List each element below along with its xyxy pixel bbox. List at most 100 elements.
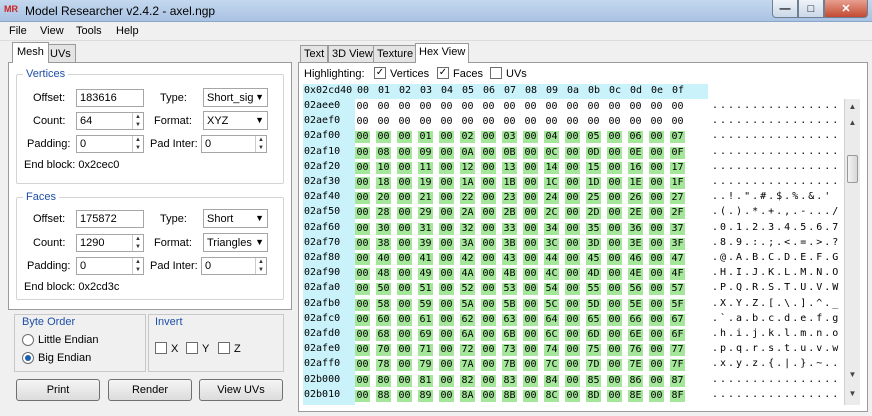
hex-byte-cell[interactable]: 00	[481, 101, 496, 113]
hex-byte-cell[interactable]: 3B	[502, 238, 517, 250]
hex-byte-cell[interactable]: 81	[418, 375, 433, 387]
highlight-vertices-label[interactable]: Vertices	[390, 68, 429, 80]
hex-byte-cell[interactable]: 00	[460, 101, 475, 113]
hex-byte-cell[interactable]: 00	[565, 223, 580, 235]
hex-byte-cell[interactable]: 3E	[628, 238, 643, 250]
hex-byte-cell[interactable]: 82	[460, 375, 475, 387]
hex-byte-cell[interactable]: 1A	[460, 177, 475, 189]
hex-byte-cell[interactable]: 00	[607, 375, 622, 387]
menu-view[interactable]: View	[40, 25, 64, 37]
hex-byte-cell[interactable]: 4F	[670, 268, 685, 280]
hex-byte-cell[interactable]: 00	[481, 375, 496, 387]
hex-byte-cell[interactable]: 7B	[502, 359, 517, 371]
hex-byte-cell[interactable]: 13	[502, 162, 517, 174]
hex-byte-cell[interactable]: 00	[565, 390, 580, 402]
hex-byte-cell[interactable]: 54	[544, 283, 559, 295]
hex-byte-cell[interactable]: 00	[523, 268, 538, 280]
hex-byte-cell[interactable]: 65	[586, 314, 601, 326]
hex-byte-cell[interactable]: 00	[481, 177, 496, 189]
hex-byte-cell[interactable]: 45	[586, 253, 601, 265]
hex-byte-cell[interactable]: 00	[439, 314, 454, 326]
hex-byte-cell[interactable]: 00	[607, 177, 622, 189]
hex-byte-cell[interactable]: 37	[670, 223, 685, 235]
hex-byte-cell[interactable]: 44	[544, 253, 559, 265]
highlight-faces-label[interactable]: Faces	[453, 68, 483, 80]
hex-byte-cell[interactable]: 00	[397, 192, 412, 204]
hex-byte-cell[interactable]: 03	[502, 131, 517, 143]
hex-byte-cell[interactable]: 00	[397, 101, 412, 113]
tab-text[interactable]: Text	[300, 45, 329, 63]
hex-byte-cell[interactable]: 00	[523, 299, 538, 311]
highlight-uvs-label[interactable]: UVs	[506, 68, 527, 80]
hex-byte-cell[interactable]: 04	[544, 131, 559, 143]
hex-byte-cell[interactable]: 1E	[628, 177, 643, 189]
hex-byte-cell[interactable]: 00	[649, 238, 664, 250]
hex-byte-cell[interactable]: 31	[418, 223, 433, 235]
hex-byte-cell[interactable]: 00	[649, 223, 664, 235]
hex-byte-cell[interactable]: 35	[586, 223, 601, 235]
hex-byte-cell[interactable]: 1F	[670, 177, 685, 189]
hex-byte-cell[interactable]: 00	[565, 162, 580, 174]
hex-byte-cell[interactable]: 00	[439, 299, 454, 311]
invert-x-label[interactable]: X	[171, 343, 178, 355]
hex-byte-cell[interactable]: 3A	[460, 238, 475, 250]
menu-file[interactable]: File	[9, 25, 27, 37]
hex-byte-cell[interactable]: 00	[607, 283, 622, 295]
hex-byte-cell[interactable]: 00	[649, 253, 664, 265]
hex-byte-cell[interactable]: 18	[376, 177, 391, 189]
hex-byte-cell[interactable]: 22	[460, 192, 475, 204]
hex-byte-cell[interactable]: 00	[523, 359, 538, 371]
hex-byte-cell[interactable]: 2F	[670, 207, 685, 219]
hex-byte-cell[interactable]: 00	[607, 329, 622, 341]
hex-byte-cell[interactable]: 00	[523, 223, 538, 235]
spin-arrows-icon[interactable]: ▲ ▼	[255, 258, 266, 274]
hex-byte-cell[interactable]: 00	[355, 359, 370, 371]
spin-arrows-icon[interactable]: ▲ ▼	[132, 113, 143, 129]
hex-byte-cell[interactable]: 00	[628, 101, 643, 113]
hex-byte-cell[interactable]: 20	[376, 192, 391, 204]
hex-byte-cell[interactable]: 24	[544, 192, 559, 204]
hex-byte-cell[interactable]: 00	[439, 344, 454, 356]
hex-byte-cell[interactable]: 00	[397, 375, 412, 387]
vertices-padinter-stepper[interactable]: 0 ▲ ▼	[201, 135, 267, 153]
hex-byte-cell[interactable]: 00	[376, 116, 391, 128]
hex-byte-cell[interactable]: 49	[418, 268, 433, 280]
hex-byte-cell[interactable]: 58	[376, 299, 391, 311]
view-uvs-button[interactable]: View UVs	[199, 379, 283, 401]
hex-byte-cell[interactable]: 00	[607, 207, 622, 219]
hex-byte-cell[interactable]: 00	[481, 268, 496, 280]
big-endian-radio[interactable]	[22, 352, 34, 364]
faces-padding-stepper[interactable]: 0 ▲ ▼	[76, 257, 144, 275]
vertices-count-stepper[interactable]: 64 ▲ ▼	[76, 112, 144, 130]
hex-byte-cell[interactable]: 00	[439, 116, 454, 128]
hex-byte-cell[interactable]: 00	[523, 344, 538, 356]
spin-arrows-icon[interactable]: ▲ ▼	[132, 258, 143, 274]
hex-byte-cell[interactable]: 00	[481, 207, 496, 219]
hex-byte-cell[interactable]: 00	[481, 238, 496, 250]
hex-byte-cell[interactable]: 00	[565, 192, 580, 204]
hex-byte-cell[interactable]: 17	[670, 162, 685, 174]
hex-byte-cell[interactable]: 00	[523, 390, 538, 402]
vertices-type-select[interactable]: Short_sig ▼	[203, 88, 268, 107]
hex-byte-cell[interactable]: 70	[376, 344, 391, 356]
hex-byte-cell[interactable]: 00	[355, 390, 370, 402]
hex-byte-cell[interactable]: 00	[397, 283, 412, 295]
hex-byte-cell[interactable]: 00	[355, 238, 370, 250]
hex-byte-cell[interactable]: 01	[418, 131, 433, 143]
hex-byte-cell[interactable]: 28	[376, 207, 391, 219]
hex-byte-cell[interactable]: 00	[355, 253, 370, 265]
hex-byte-cell[interactable]: 00	[565, 207, 580, 219]
spin-arrows-icon[interactable]: ▲ ▼	[132, 136, 143, 152]
hex-byte-cell[interactable]: 00	[439, 101, 454, 113]
hex-byte-cell[interactable]: 1C	[544, 177, 559, 189]
hex-byte-cell[interactable]: 0E	[628, 147, 643, 159]
hex-byte-cell[interactable]: 29	[418, 207, 433, 219]
hex-byte-cell[interactable]: 62	[460, 314, 475, 326]
hex-byte-cell[interactable]: 00	[418, 116, 433, 128]
hex-byte-cell[interactable]: 56	[628, 283, 643, 295]
hex-byte-cell[interactable]: 7D	[586, 359, 601, 371]
hex-byte-cell[interactable]: 00	[649, 131, 664, 143]
little-endian-label[interactable]: Little Endian	[38, 334, 99, 346]
scroll-up-icon[interactable]: ▲	[845, 115, 860, 130]
hex-byte-cell[interactable]: 02	[460, 131, 475, 143]
